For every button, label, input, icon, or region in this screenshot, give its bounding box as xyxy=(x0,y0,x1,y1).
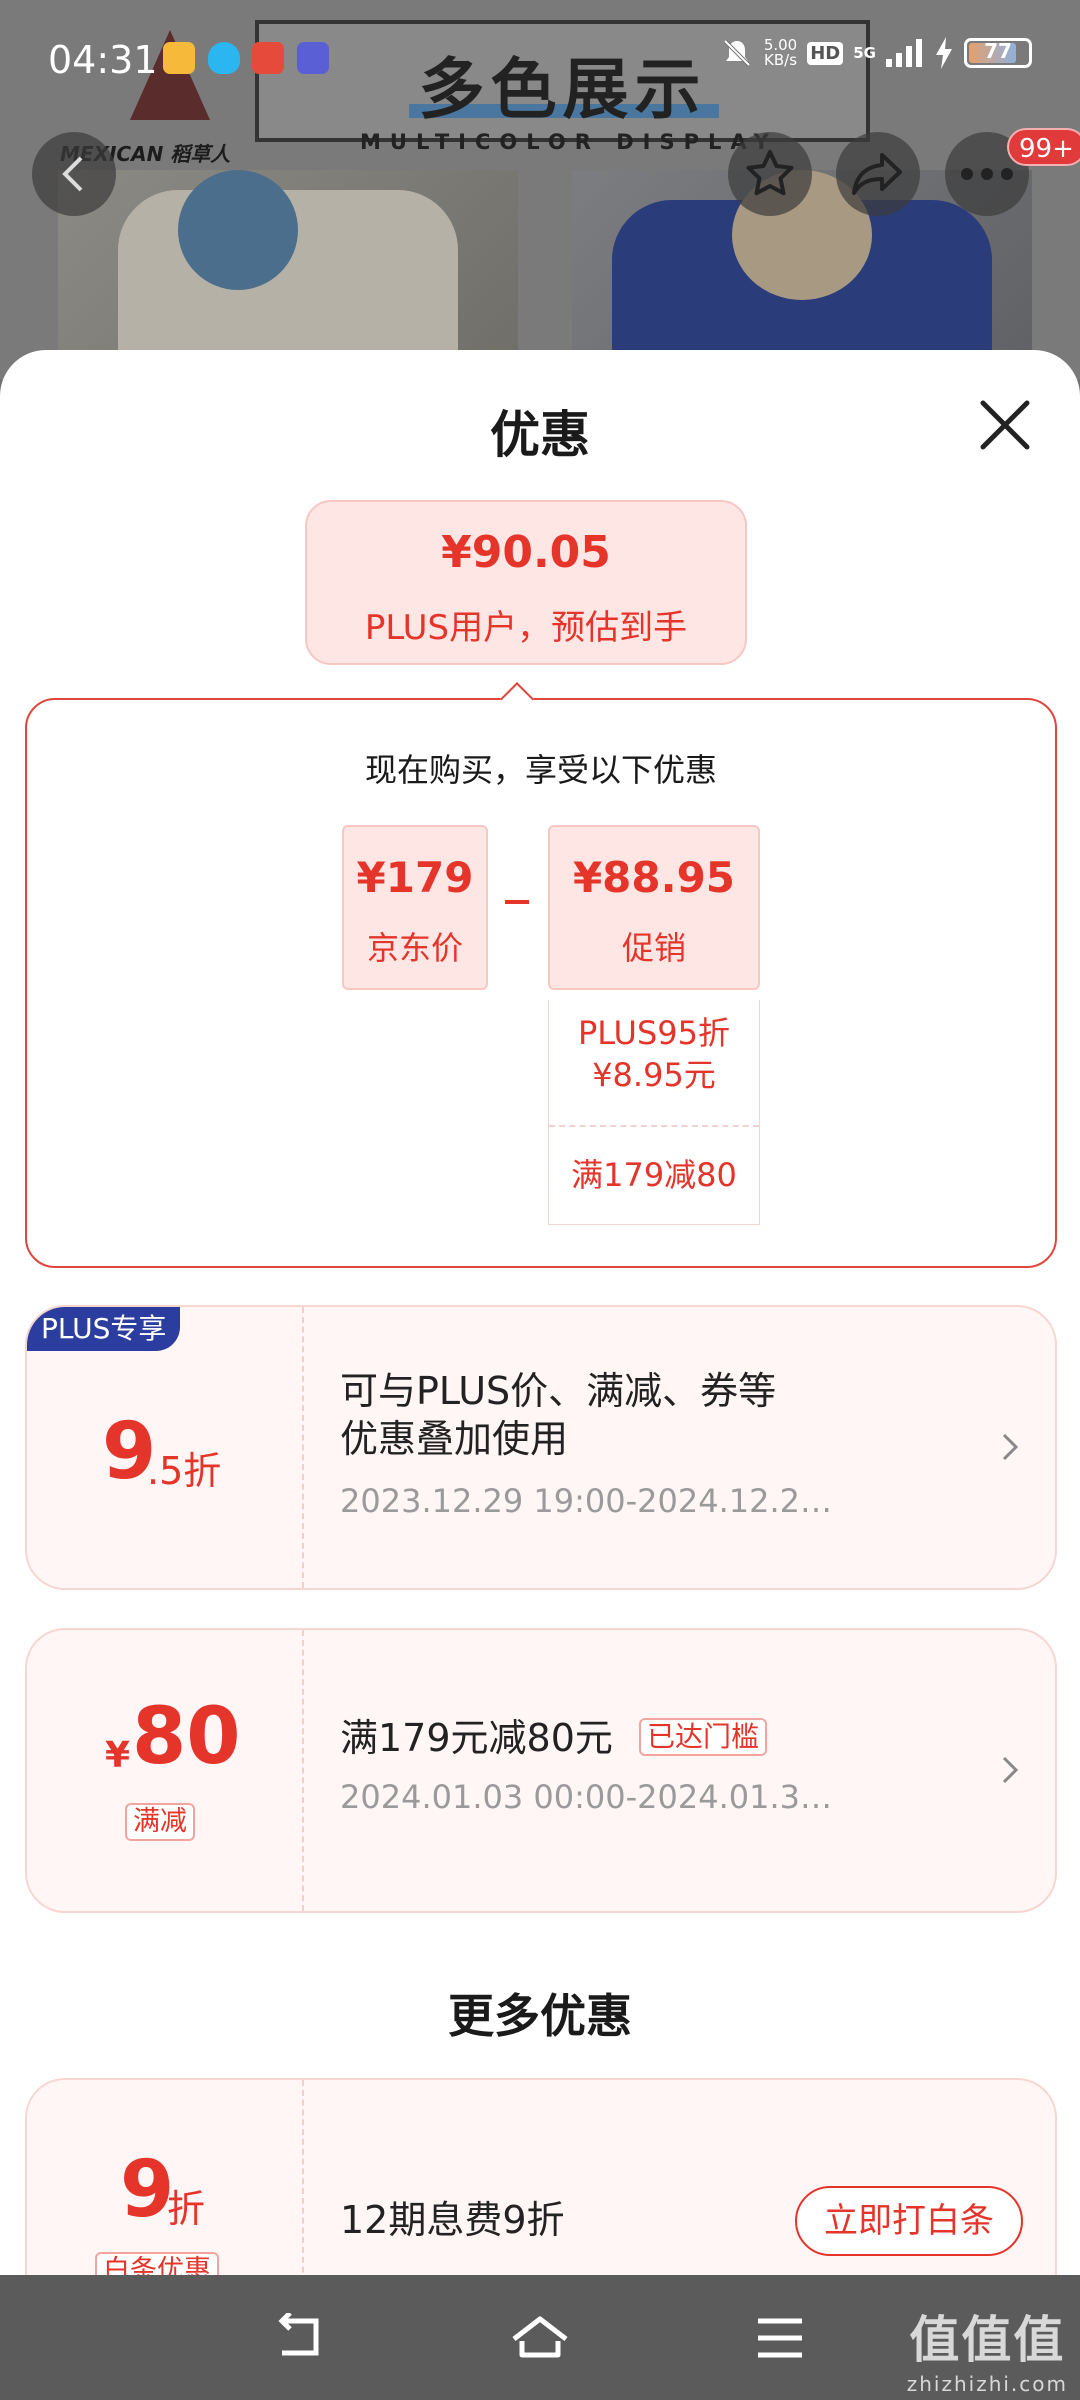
status-bar: 04:31 5.00 KB/s HD 5G 77 xyxy=(0,0,1080,110)
offer-title: 12期息费9折 xyxy=(340,2198,565,2242)
chevron-left-icon xyxy=(62,156,83,192)
plus-exclusive-tag: PLUS专享 xyxy=(27,1307,181,1351)
more-dots-icon xyxy=(961,168,1013,180)
promotion-divider xyxy=(549,1125,759,1127)
offer-card-baitiao[interactable]: 9 折 白条优惠 12期息费9折 立即打白条 xyxy=(25,2078,1057,2275)
net-speed: 5.00 KB/s xyxy=(764,38,797,68)
coupon-value-main: 80 xyxy=(132,1692,241,1782)
chevron-right-icon xyxy=(1002,1433,1019,1461)
base-price-cell: ¥179 京东价 xyxy=(342,825,488,990)
promotion-plus-amount: ¥8.95元 xyxy=(592,1056,716,1094)
mute-bell-icon xyxy=(723,39,751,67)
coupon-title: 满179元减80元 xyxy=(340,1716,613,1760)
coupon-divider xyxy=(302,1630,304,1911)
chevron-right-icon xyxy=(1002,1756,1019,1784)
use-baitiao-button[interactable]: 立即打白条 xyxy=(795,2186,1023,2256)
coupon-date: 2023.12.29 19:00-2024.12.2… xyxy=(340,1482,833,1520)
qq-icon xyxy=(208,42,240,74)
system-menu-button[interactable] xyxy=(750,2313,810,2363)
base-price: ¥179 xyxy=(356,853,474,902)
app-notification-icon xyxy=(252,42,284,74)
watermark-text: 值值值 xyxy=(909,2311,1066,2369)
coupon-title-line2: 优惠叠加使用 xyxy=(340,1417,569,1461)
network-type: 5G xyxy=(853,44,876,62)
coupon-card-plus[interactable]: PLUS专享 9 .5折 可与PLUS价、满减、券等 优惠叠加使用 2023.1… xyxy=(25,1305,1057,1590)
estimated-price-label: PLUS用户，预估到手 xyxy=(364,608,688,648)
share-button[interactable] xyxy=(836,132,920,216)
promotion-detail-plus: PLUS95折 ¥8.95元 xyxy=(549,1012,759,1096)
coupon-title-line1: 可与PLUS价、满减、券等 xyxy=(340,1369,777,1413)
discount-sheet: 优惠 ¥90.05 PLUS用户，预估到手 现在购买，享受以下优惠 ¥179 京… xyxy=(0,350,1080,2275)
promotion-plus-discount: PLUS95折 xyxy=(578,1014,730,1052)
favorite-button[interactable] xyxy=(728,132,812,216)
banner-subtitle: MULTICOLOR DISPLAY xyxy=(360,130,778,154)
sheet-title: 优惠 xyxy=(490,406,590,464)
tieba-icon xyxy=(297,42,329,74)
estimated-price-box: ¥90.05 PLUS用户，预估到手 xyxy=(305,500,747,665)
battery-icon: 77 xyxy=(964,38,1032,68)
coupon-date: 2024.01.03 00:00-2024.01.3… xyxy=(340,1778,833,1816)
coupon-divider xyxy=(302,1307,304,1588)
system-back-button[interactable] xyxy=(270,2313,330,2363)
coupon-card-full-reduction[interactable]: ¥ 80 满减 满179元减80元 已达门槛 2024.01.03 00:00-… xyxy=(25,1628,1057,1913)
net-speed-unit: KB/s xyxy=(764,51,798,69)
minus-sign xyxy=(505,900,529,904)
offer-value-suffix: 折 xyxy=(167,2187,206,2231)
close-button[interactable] xyxy=(975,395,1035,455)
promotion-full-reduction: 满179减80 xyxy=(571,1156,737,1194)
watermark-site: zhizhizhi.com xyxy=(906,2372,1068,2396)
signal-icon xyxy=(886,39,922,67)
promotion-label: 促销 xyxy=(621,929,686,967)
battery-level: 77 xyxy=(984,39,1012,63)
threshold-reached-tag: 已达门槛 xyxy=(639,1718,768,1756)
notification-badge: 99+ xyxy=(1007,128,1080,166)
promotion-cell: ¥88.95 促销 xyxy=(548,825,760,990)
hd-indicator: HD xyxy=(807,41,844,65)
charging-icon xyxy=(936,37,952,69)
base-price-label: 京东价 xyxy=(366,929,463,967)
breakdown-heading: 现在购买，享受以下优惠 xyxy=(364,751,717,789)
price-breakdown: 现在购买，享受以下优惠 ¥179 京东价 ¥88.95 促销 PLUS95折 ¥… xyxy=(25,698,1057,1268)
status-time: 04:31 xyxy=(48,38,158,82)
estimated-price: ¥90.05 xyxy=(441,527,611,578)
coupon-currency: ¥ xyxy=(105,1735,131,1776)
system-home-button[interactable] xyxy=(510,2313,570,2363)
product-photo-left xyxy=(58,170,518,380)
more-offers-title: 更多优惠 xyxy=(448,1989,632,2043)
promotion-detail-list: PLUS95折 ¥8.95元 满179减80 xyxy=(548,1000,760,1225)
status-indicators: 5.00 KB/s HD 5G 77 xyxy=(720,36,1032,70)
coupon-type-tag: 满减 xyxy=(125,1803,195,1841)
offer-divider xyxy=(302,2080,304,2275)
back-button[interactable] xyxy=(32,132,116,216)
app-notification-icon xyxy=(163,42,195,74)
offer-type-tag: 白条优惠 xyxy=(95,2252,219,2275)
coupon-value-suffix: .5折 xyxy=(147,1449,222,1493)
promotion-amount: ¥88.95 xyxy=(572,853,736,902)
share-icon xyxy=(852,153,902,195)
star-icon xyxy=(746,150,794,196)
watermark: 值值值 zhizhizhi.com xyxy=(907,2300,1068,2396)
